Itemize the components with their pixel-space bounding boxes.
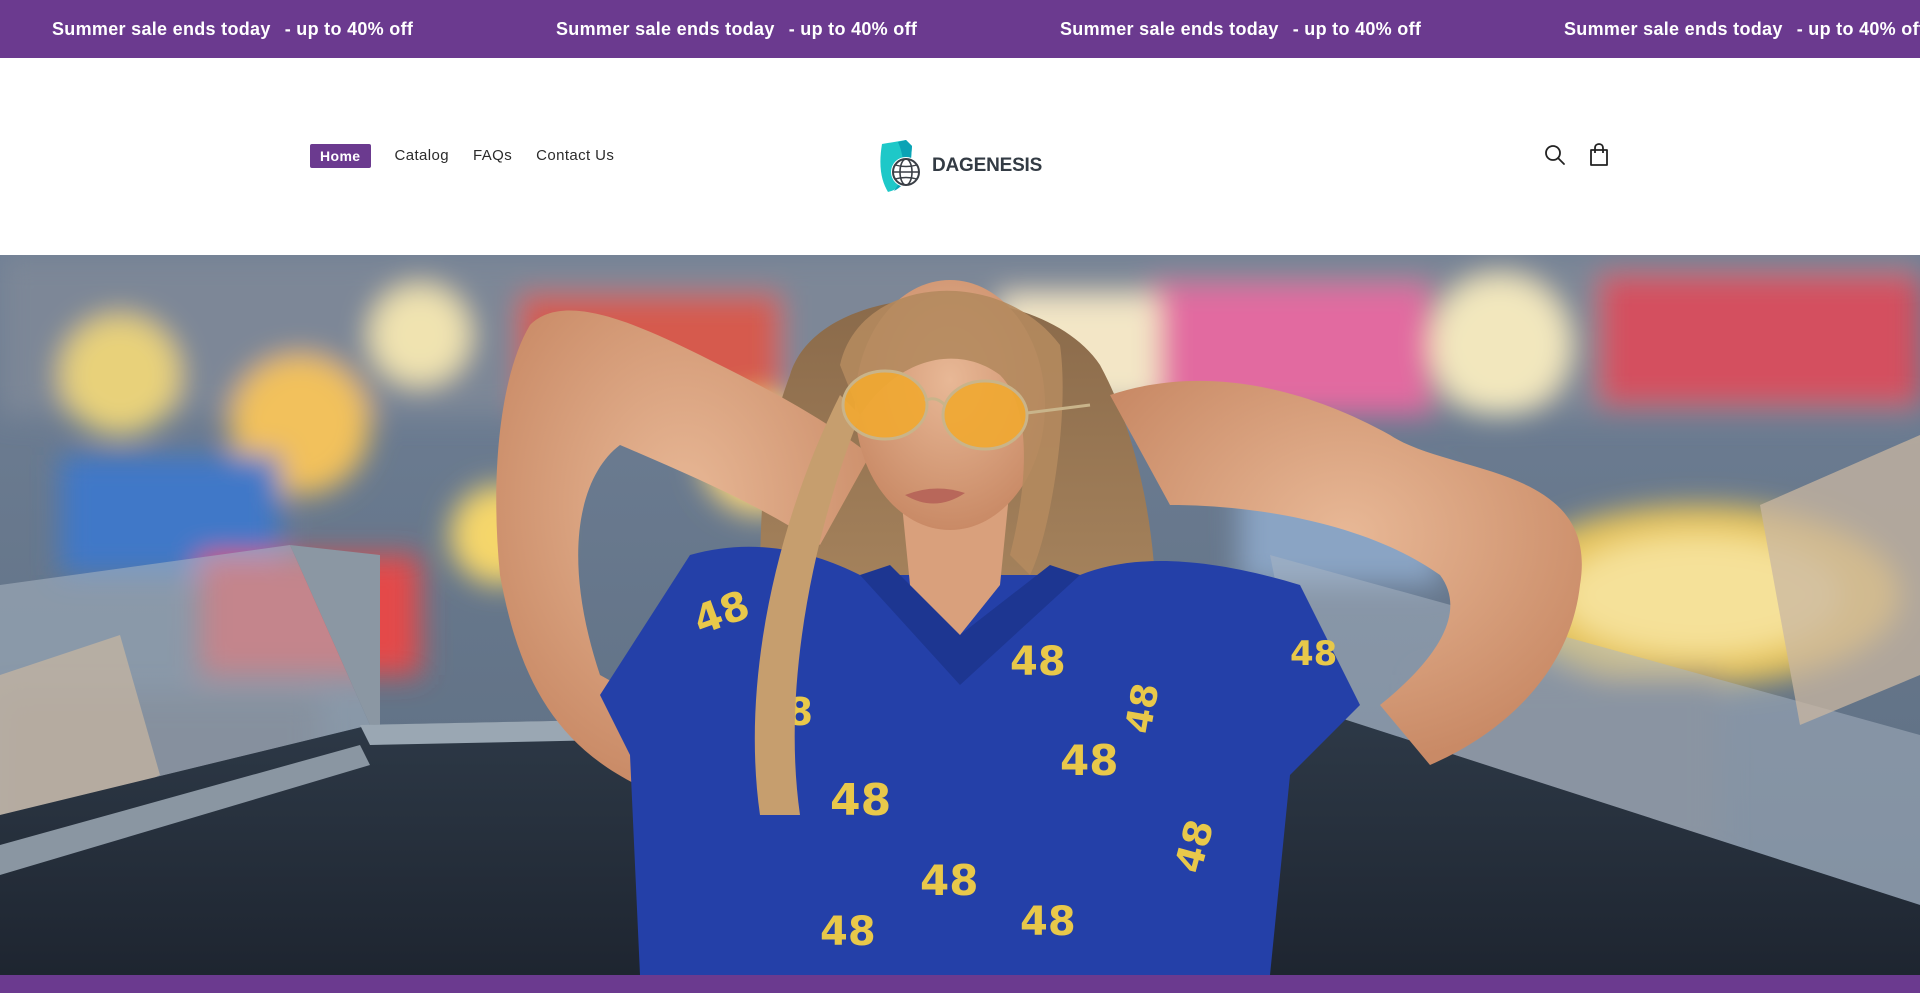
announcement-text: Summer sale ends today: [52, 18, 271, 39]
bottom-accent-strip: [0, 975, 1920, 993]
nav-link-catalog[interactable]: Catalog: [395, 143, 450, 168]
announcement-track: off Summer sale ends today - up to 40% of…: [0, 0, 1920, 58]
hero-banner[interactable]: 48 48 48 48 48 48 48 48 48 48 48: [0, 255, 1920, 975]
announcement-item: Summer sale ends today - up to 40% off: [556, 19, 1060, 40]
svg-text:48: 48: [830, 775, 891, 826]
header-icons: [1542, 142, 1612, 168]
svg-text:48: 48: [1060, 736, 1118, 785]
svg-text:48: 48: [1118, 680, 1167, 736]
site-logo[interactable]: DAGENESIS: [876, 138, 1042, 194]
announcement-item: Summer sale ends today - up to 40% off: [1060, 19, 1564, 40]
announcement-item: Summer sale ends today - up to 40% off: [52, 19, 556, 40]
announcement-bar: off Summer sale ends today - up to 40% of…: [0, 0, 1920, 58]
hero-image: 48 48 48 48 48 48 48 48 48 48 48: [0, 255, 1920, 975]
announcement-partial: off: [0, 19, 52, 40]
announcement-suffix: - up to 40% off: [1796, 18, 1920, 39]
announcement-item: Summer sale ends today - up to 40% off: [1564, 19, 1920, 40]
cart-icon[interactable]: [1586, 142, 1612, 168]
announcement-text: Summer sale ends today: [1060, 18, 1279, 39]
main-nav: Home Catalog FAQs Contact Us: [310, 143, 638, 168]
announcement-text: Summer sale ends today: [556, 18, 775, 39]
svg-text:48: 48: [1290, 634, 1337, 674]
nav-link-contact-us[interactable]: Contact Us: [536, 143, 614, 168]
site-header: Home Catalog FAQs Contact Us DAGENESIS: [0, 58, 1920, 256]
search-icon[interactable]: [1542, 142, 1568, 168]
svg-text:48: 48: [920, 856, 978, 905]
announcement-text: Summer sale ends today: [1564, 18, 1783, 39]
svg-text:48: 48: [1010, 639, 1066, 685]
nav-link-home[interactable]: Home: [310, 143, 371, 168]
svg-text:48: 48: [1020, 899, 1076, 945]
logo-text: DAGENESIS: [932, 155, 1043, 176]
globe-shield-icon: [876, 138, 934, 194]
announcement-suffix: - up to 40% off: [788, 18, 918, 39]
announcement-suffix: - up to 40% off: [1292, 18, 1422, 39]
nav-link-faqs[interactable]: FAQs: [473, 143, 512, 168]
svg-text:48: 48: [820, 909, 876, 955]
announcement-suffix: - up to 40% off: [284, 18, 414, 39]
